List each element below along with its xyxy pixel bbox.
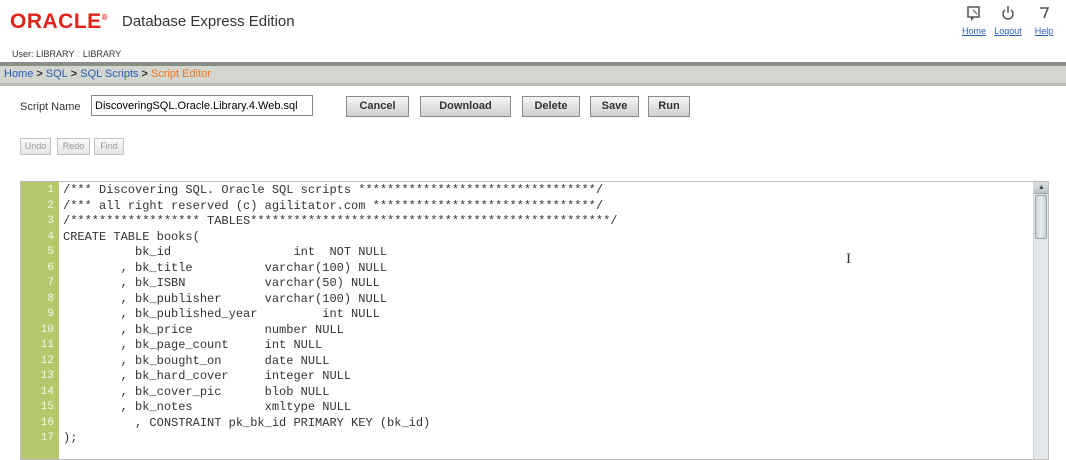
code-line[interactable]: 17); [21,431,1033,447]
line-number: 2 [47,199,54,212]
home-link[interactable]: Home [956,4,992,36]
code-line[interactable]: 10 , bk_price number NULL [21,323,1033,339]
line-number: 7 [47,277,54,289]
line-number: 9 [47,308,54,320]
code-line[interactable]: 3 /****************** TABLES*************… [21,214,1033,230]
help-label: Help [1034,26,1054,36]
line-number: 14 [40,385,54,398]
breadcrumb: Home > SQL > SQL Scripts > Script Editor [0,66,1066,83]
logout-label: Logout [994,26,1022,36]
code-text: , bk_price number NULL [63,322,344,337]
delete-button[interactable]: Delete [522,96,580,117]
line-number: 8 [47,292,54,305]
code-line[interactable]: 12 , bk_bought_on date NULL [21,354,1033,370]
line-number: 10 [40,323,54,336]
code-text: , bk_hard_cover integer NULL [63,369,352,383]
code-text: , bk_title varchar(100) NULL [63,260,388,275]
cancel-button[interactable]: Cancel [346,96,409,117]
code-line[interactable]: 9 , bk_published_year int NULL [21,307,1033,323]
code-line[interactable]: 15 , bk_notes xmltype NULL [21,400,1033,416]
breadcrumb-home[interactable]: Home [4,68,33,80]
product-name: Database Express Edition [122,13,295,30]
code-line[interactable]: 2 /*** all right reserved (c) agilitator.… [21,199,1033,215]
code-text: , bk_cover_pic blob NULL [63,384,330,399]
line-number: 15 [40,401,54,413]
code-line[interactable]: 6 , bk_title varchar(100) NULL [21,261,1033,277]
code-line[interactable]: 7 , bk_ISBN varchar(50) NULL [21,276,1033,292]
code-line[interactable]: 4 CREATE TABLE books( [21,230,1033,246]
code-line[interactable]: 11 , bk_page_count int NULL [21,338,1033,354]
code-text: bk_id int NOT NULL [63,245,388,259]
scroll-up-icon[interactable]: ▲ [1034,182,1048,194]
code-text: , bk_ISBN varchar(50) NULL [63,276,380,290]
code-line[interactable]: 16 , CONSTRAINT pk_bk_id PRIMARY KEY (bk… [21,416,1033,432]
oracle-logo: ORACLE® [10,10,109,33]
code-line[interactable]: 13 , bk_hard_cover integer NULL [21,369,1033,385]
breadcrumb-sql-scripts[interactable]: SQL Scripts [80,68,138,80]
code-lines: 1 /*** Discovering SQL. Oracle SQL script… [21,183,1033,447]
code-text: , bk_published_year int NULL [63,307,380,321]
logout-link[interactable]: Logout [990,4,1026,36]
line-number: 3 [47,215,54,227]
script-name-input[interactable] [91,95,313,116]
help-link[interactable]: Help [1026,4,1062,36]
home-label: Home [961,26,986,36]
code-text: , bk_notes xmltype NULL [63,400,352,414]
scroll-thumb[interactable] [1035,195,1047,239]
save-button[interactable]: Save [590,96,639,117]
code-text: CREATE TABLE books( [63,229,200,244]
code-text: ); [63,431,78,445]
run-button[interactable]: Run [648,96,690,117]
script-name-label: Script Name [20,101,81,113]
download-button[interactable]: Download [420,96,511,117]
code-text: /*** Discovering SQL. Oracle SQL scripts… [63,183,604,197]
script-editor[interactable]: 1 /*** Discovering SQL. Oracle SQL script… [20,181,1049,460]
app-header: ORACLE® Database Express Edition Home Lo… [0,0,1066,64]
code-line[interactable]: 14 , bk_cover_pic blob NULL [21,385,1033,401]
undo-button[interactable]: Undo [20,138,51,155]
redo-button[interactable]: Redo [57,138,90,155]
code-text: /****************** TABLES**************… [63,214,618,228]
top-icon-bar: Home Logout Help [956,4,1066,44]
code-text: , bk_bought_on date NULL [63,353,330,368]
text-cursor-icon: I [846,251,851,267]
code-text: , bk_publisher varchar(100) NULL [63,291,388,306]
line-number: 16 [40,416,54,429]
line-number: 17 [40,432,54,444]
home-icon [956,4,992,26]
line-number: 4 [47,230,54,243]
code-text: /*** all right reserved (c) agilitator.c… [63,198,604,213]
breadcrumb-sql[interactable]: SQL [46,68,68,80]
line-number: 5 [47,246,54,258]
code-line[interactable]: 8 , bk_publisher varchar(100) NULL [21,292,1033,308]
editor-scrollbar[interactable]: ▲ [1033,182,1048,459]
line-number: 6 [47,261,54,274]
breadcrumb-divider [0,83,1066,86]
user-info: User: LIBRARY: LIBRARY [12,49,122,59]
help-icon [1026,4,1062,26]
code-line[interactable]: 5 bk_id int NOT NULL [21,245,1033,261]
find-button[interactable]: Find [94,138,124,155]
line-number: 12 [40,354,54,367]
line-number: 11 [40,339,54,351]
code-text: , CONSTRAINT pk_bk_id PRIMARY KEY (bk_id… [63,415,431,430]
line-number: 1 [47,184,54,196]
power-icon [990,4,1026,26]
breadcrumb-current: Script Editor [150,68,211,80]
code-line[interactable]: 1 /*** Discovering SQL. Oracle SQL script… [21,183,1033,199]
code-text: , bk_page_count int NULL [63,338,323,352]
line-number: 13 [40,370,54,382]
